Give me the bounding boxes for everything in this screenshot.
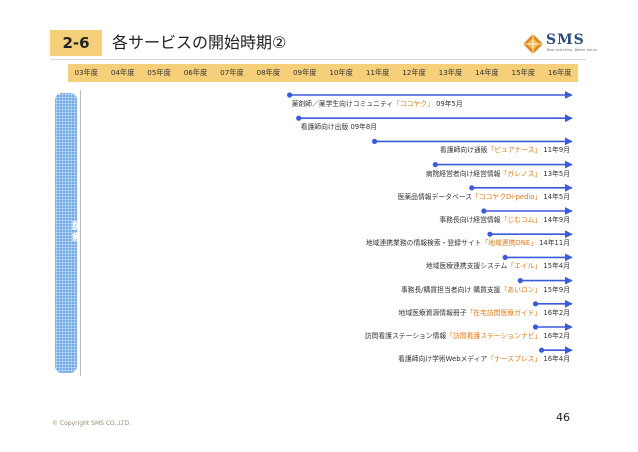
service-date: 16年4月 <box>541 355 570 364</box>
service-date: 13年5月 <box>541 169 570 178</box>
service-label: 薬剤師／薬学生向けコミュニティ「ココヤク」 09年5月 <box>292 98 463 108</box>
copyright: © Copyright SMS CO.,LTD. <box>52 420 132 427</box>
service-name: 訪問看護ステーション情報 <box>364 332 447 340</box>
service-brand: 「在宅訪問医療ガイド」 <box>466 308 542 317</box>
service-brand: 「ガレノス」 <box>500 169 542 178</box>
service-name: 看護師向け学術Webメディア <box>398 355 488 364</box>
service-name: 看護師向け通販 <box>439 146 488 155</box>
service-brand: 「エイル」 <box>507 262 542 271</box>
service-date: 14年5月 <box>541 192 570 201</box>
service-arrows <box>287 91 573 355</box>
service-label: 事務長向け経営情報「じむコム」 14年9月 <box>439 214 570 224</box>
service-label: 地域連携業務の情報検索・登録サイト「地域連携ONE」 14年11月 <box>366 237 570 247</box>
service-name: 事務長/購買担当者向け 購買支援 <box>400 285 501 294</box>
service-date: 14年9月 <box>541 216 570 224</box>
service-name: 医薬品情報データベース <box>397 192 473 201</box>
service-brand: 「訪問看護ステーションナビ」 <box>446 332 542 340</box>
service-label: 地域医療連携支援システム「エイル」 15年4月 <box>426 260 570 270</box>
service-date: 16年2月 <box>541 308 570 317</box>
service-brand: 「ナースプレス」 <box>487 355 542 364</box>
service-brand: 「地域連携ONE」 <box>481 239 537 248</box>
service-name: 病院経営者向け経営情報 <box>425 169 501 178</box>
service-name: 薬剤師／薬学生向けコミュニティ <box>291 100 394 108</box>
service-name: 地域医療資源情報冊子 <box>398 308 467 317</box>
service-brand: 「あいロン」 <box>500 285 542 294</box>
page-number: 46 <box>556 411 570 424</box>
service-label: 看護師向け学術Webメディア「ナースプレス」 16年4月 <box>398 353 570 363</box>
service-date: 15年4月 <box>541 262 570 271</box>
service-label: 看護師向け出版 09年8月 <box>301 121 377 131</box>
service-brand: 「ピュアナース」 <box>487 146 542 155</box>
service-name: 地域医療連携支援システム <box>425 262 508 271</box>
service-date: 09年8月 <box>348 123 378 132</box>
service-date: 16年2月 <box>541 332 570 340</box>
service-label: 訪問看護ステーション情報「訪問看護ステーションナビ」 16年2月 <box>365 330 570 340</box>
service-date: 11年9月 <box>541 146 570 155</box>
service-date: 09年5月 <box>433 100 463 108</box>
service-name: 地域連携業務の情報検索・登録サイト <box>365 239 482 248</box>
service-brand: 「ココヤクDi-pedia」 <box>472 192 542 201</box>
service-brand: 「ココヤク」 <box>393 100 434 108</box>
service-name: 事務長向け経営情報 <box>439 216 501 224</box>
service-label: 事務長/購買担当者向け 購買支援「あいロン」 15年9月 <box>401 284 570 294</box>
service-brand: 「じむコム」 <box>500 216 542 224</box>
service-label: 看護師向け通販「ピュアナース」 11年9月 <box>440 144 570 154</box>
service-date: 14年11月 <box>536 239 570 248</box>
service-name: 看護師向け出版 <box>300 123 349 132</box>
service-date: 15年9月 <box>541 285 570 294</box>
service-label: 医薬品情報データベース「ココヤクDi-pedia」 14年5月 <box>398 191 570 201</box>
service-label: 病院経営者向け経営情報「ガレノス」 13年5月 <box>426 168 570 178</box>
service-label: 地域医療資源情報冊子「在宅訪問医療ガイド」 16年2月 <box>399 307 570 317</box>
